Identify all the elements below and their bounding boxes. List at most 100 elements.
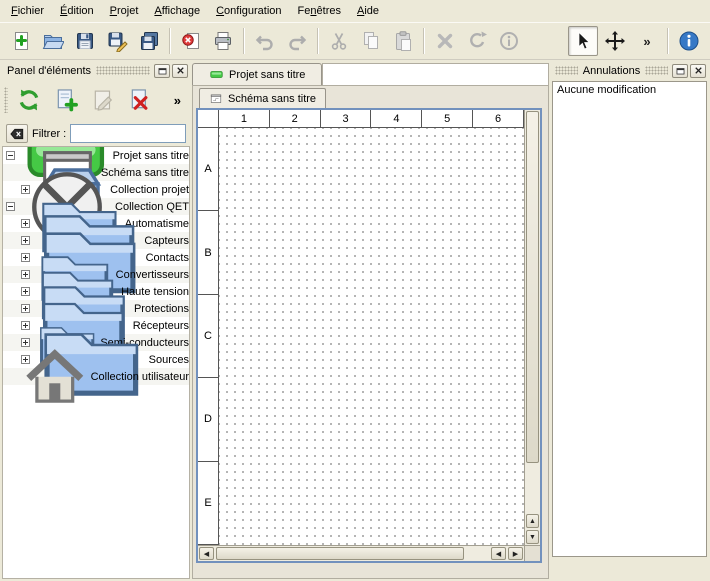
tree-expander-minus-icon[interactable] <box>6 151 15 160</box>
hscroll-track[interactable] <box>465 546 490 561</box>
close-annotations-panel-button[interactable] <box>690 64 706 78</box>
paste-button[interactable] <box>388 26 418 56</box>
home-icon <box>19 341 91 413</box>
visualise-mode-button[interactable] <box>600 26 630 56</box>
paste-icon <box>392 30 414 52</box>
annotations-panel-title: Annulations <box>580 65 644 77</box>
save-as-button[interactable] <box>102 26 132 56</box>
filter-input[interactable] <box>70 124 186 143</box>
open-document-button[interactable] <box>38 26 68 56</box>
tree-expander-plus-icon[interactable] <box>21 219 30 228</box>
new-element-button[interactable] <box>49 83 83 117</box>
menu-fichier[interactable]: Fichier <box>3 0 52 22</box>
menubar: FichierÉditionProjetAffichageConfigurati… <box>0 0 710 22</box>
scroll-up-button[interactable]: ▲ <box>526 514 539 528</box>
dock-handle[interactable] <box>96 66 150 75</box>
vertical-scrollbar[interactable]: ▲ ▼ <box>524 110 540 545</box>
save-icon <box>74 30 96 52</box>
redo-icon <box>286 30 308 52</box>
toolbar-overflow-button[interactable]: » <box>632 26 662 56</box>
column-header: 6 <box>473 110 524 127</box>
schema-tab-label: Schéma sans titre <box>228 93 316 105</box>
reload-collections-button[interactable] <box>12 83 46 117</box>
elements-panel: Panel d'éléments » Filtrer : Projet sans… <box>2 62 190 579</box>
elements-tree: Projet sans titreSchéma sans titreCollec… <box>2 146 190 579</box>
menu-affichage[interactable]: Affichage <box>146 0 208 22</box>
copy-button[interactable] <box>356 26 386 56</box>
toolbar-separator <box>317 28 319 54</box>
save-all-button[interactable] <box>134 26 164 56</box>
new-document-button[interactable] <box>6 26 36 56</box>
scroll-down-button[interactable]: ▼ <box>526 530 539 544</box>
save-all-icon <box>138 30 160 52</box>
delete-selection-button[interactable] <box>430 26 460 56</box>
tree-item-label: Capteurs <box>144 235 189 247</box>
menu-configuration[interactable]: Configuration <box>208 0 289 22</box>
tree-expander-minus-icon[interactable] <box>6 202 15 211</box>
tree-expander-plus-icon[interactable] <box>21 270 30 279</box>
vscroll-thumb[interactable] <box>526 111 539 463</box>
undo-button[interactable] <box>250 26 280 56</box>
tree-expander-plus-icon[interactable] <box>21 287 30 296</box>
redo-button[interactable] <box>282 26 312 56</box>
tree-item-label: Collection utilisateur <box>91 371 189 383</box>
tabbar-empty-area <box>322 63 549 85</box>
print-button[interactable] <box>208 26 238 56</box>
edit-element-button[interactable] <box>86 83 120 117</box>
panel-toolbar-overflow[interactable]: » <box>169 93 186 108</box>
scroll-left-button[interactable]: ◀ <box>199 547 214 560</box>
about-button[interactable] <box>674 26 704 56</box>
tree-item-collection-utilisateur[interactable]: Collection utilisateur <box>3 368 189 385</box>
project-icon <box>209 67 224 82</box>
toolbar-right-group: » <box>567 26 705 56</box>
project-tab-label: Projet sans titre <box>229 69 305 81</box>
rotate-selection-button[interactable] <box>462 26 492 56</box>
tree-expander-plus-icon[interactable] <box>21 236 30 245</box>
mdi-area: Schéma sans titre 123456 ABCDE ▲ ▼ ◀ <box>192 85 549 579</box>
close-document-icon <box>180 30 202 52</box>
dock-handle[interactable] <box>645 66 668 75</box>
grid-corner <box>198 110 219 128</box>
clear-filter-button[interactable] <box>6 124 28 143</box>
menu-fenetres[interactable]: Fenêtres <box>290 0 349 22</box>
float-annotations-panel-button[interactable] <box>672 64 688 78</box>
row-header: B <box>198 211 218 294</box>
tree-expander-plus-icon[interactable] <box>21 253 30 262</box>
dock-handle[interactable] <box>555 66 578 75</box>
elements-panel-titlebar[interactable]: Panel d'éléments <box>2 62 190 79</box>
menu-edition[interactable]: Édition <box>52 0 102 22</box>
tab-project[interactable]: Projet sans titre <box>192 63 322 85</box>
column-header: 2 <box>270 110 321 127</box>
menu-projet[interactable]: Projet <box>102 0 147 22</box>
vscroll-track[interactable] <box>525 464 540 513</box>
toolbar-separator <box>667 28 669 54</box>
open-folder-icon <box>42 30 64 52</box>
horizontal-scrollbar[interactable]: ◀ ◀ ▶ <box>198 545 524 561</box>
hscroll-thumb[interactable] <box>216 547 464 560</box>
refresh-icon <box>16 87 42 113</box>
close-elements-panel-button[interactable] <box>172 64 188 78</box>
column-header: 3 <box>321 110 372 127</box>
cut-button[interactable] <box>324 26 354 56</box>
select-mode-button[interactable] <box>568 26 598 56</box>
row-headers: ABCDE <box>198 128 219 545</box>
tab-schema[interactable]: Schéma sans titre <box>199 88 326 108</box>
menu-aide[interactable]: Aide <box>349 0 387 22</box>
project-tabbar: Projet sans titre <box>192 62 549 85</box>
tree-expander-plus-icon[interactable] <box>21 321 30 330</box>
close-small-icon <box>175 65 186 76</box>
schema-canvas[interactable] <box>219 128 524 545</box>
close-document-button[interactable] <box>176 26 206 56</box>
element-new-icon <box>53 87 79 113</box>
properties-button[interactable] <box>494 26 524 56</box>
scroll-right-button[interactable]: ▶ <box>508 547 523 560</box>
tree-expander-plus-icon[interactable] <box>21 304 30 313</box>
float-elements-panel-button[interactable] <box>154 64 170 78</box>
delete-element-button[interactable] <box>123 83 157 117</box>
save-button[interactable] <box>70 26 100 56</box>
annotations-panel-titlebar[interactable]: Annulations <box>551 62 708 79</box>
column-header: 1 <box>219 110 270 127</box>
row-header: A <box>198 128 218 211</box>
scroll-left-end-button[interactable]: ◀ <box>491 547 506 560</box>
undo-icon <box>254 30 276 52</box>
